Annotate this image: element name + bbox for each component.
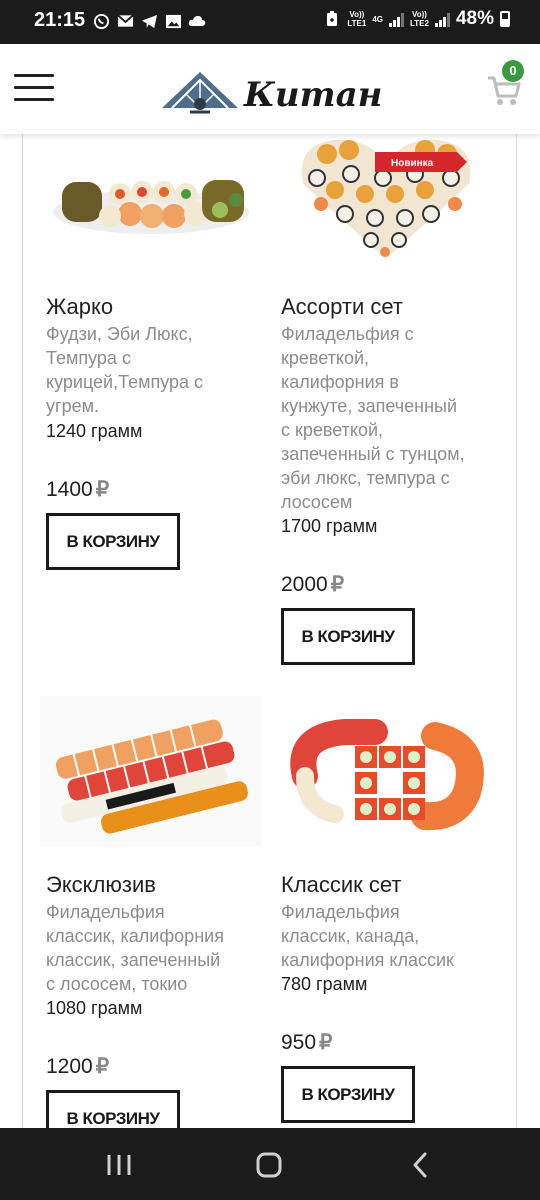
system-status: Vo)) LTE1 4G Vo)) LTE2 48% xyxy=(323,8,510,30)
product-image[interactable] xyxy=(40,134,262,264)
product-price: 1400 ₽ xyxy=(46,478,110,501)
menu-icon[interactable] xyxy=(14,72,54,104)
signal-icon xyxy=(389,11,404,27)
signal-icon xyxy=(434,11,450,27)
product-description: Филадельфия с креветкой, калифорния в кунжу… xyxy=(281,324,465,512)
fan-emblem xyxy=(162,72,238,114)
cart-count-badge[interactable]: 0 xyxy=(502,60,524,82)
sim1-label: Vo)) LTE1 xyxy=(347,10,367,28)
notification-icons xyxy=(92,12,206,30)
telegram-icon xyxy=(140,12,158,30)
site-logo[interactable]: Китана xyxy=(160,66,404,116)
add-to-cart-button[interactable]: В КОРЗИНУ xyxy=(46,1090,180,1128)
mail-icon xyxy=(116,12,134,30)
product-price: 2000 ₽ xyxy=(281,573,345,596)
product-weight: 1240 грамм xyxy=(46,421,143,441)
recent-apps-button[interactable] xyxy=(104,1150,134,1180)
divider xyxy=(516,134,517,1128)
logo-text: Китана xyxy=(243,75,382,115)
product-title[interactable]: Жарко xyxy=(46,294,113,320)
status-bar: 21:15 Vo)) LTE1 4G Vo)) LTE2 48% xyxy=(0,0,540,44)
product-title[interactable]: Эксклюзив xyxy=(46,872,156,898)
data-saver-icon xyxy=(323,10,341,28)
battery-percent: 48% xyxy=(455,8,494,29)
gallery-icon xyxy=(164,12,182,30)
product-weight: 780 грамм xyxy=(281,974,368,994)
whatsapp-icon xyxy=(92,12,110,30)
product-price: 1200 ₽ xyxy=(46,1055,110,1078)
cloud-icon xyxy=(188,12,206,30)
product-image[interactable]: Новинка xyxy=(275,134,497,264)
site-header: Китана xyxy=(0,44,540,134)
product-image[interactable] xyxy=(40,696,262,846)
product-description: Филадельфия классик, канада, калифорния кл… xyxy=(281,902,454,970)
product-description: Фудзи, Эби Люкс, Темпура с курицей,Темпура… xyxy=(46,324,204,416)
home-button[interactable] xyxy=(254,1150,284,1180)
add-to-cart-button[interactable]: В КОРЗИНУ xyxy=(281,1066,415,1123)
back-button[interactable] xyxy=(406,1150,436,1180)
product-grid: Жарко Фудзи, Эби Люкс, Темпура с курицей,Т… xyxy=(0,134,540,1128)
product-price: 950 ₽ xyxy=(281,1031,333,1054)
clock: 21:15 xyxy=(34,9,86,31)
product-weight: 1080 грамм xyxy=(46,998,143,1018)
divider xyxy=(22,134,23,1128)
product-image[interactable] xyxy=(275,696,497,846)
sim2-label: Vo)) LTE2 xyxy=(410,10,429,28)
add-to-cart-button[interactable]: В КОРЗИНУ xyxy=(281,608,415,665)
system-navigation-bar xyxy=(0,1128,540,1200)
battery-icon xyxy=(500,11,510,27)
product-weight: 1700 грамм xyxy=(281,516,378,536)
new-badge: Новинка xyxy=(391,158,434,169)
product-title[interactable]: Ассорти сет xyxy=(281,294,403,320)
network-type: 4G xyxy=(372,14,383,24)
product-description: Филадельфия классик, калифорния классик, з… xyxy=(46,902,224,994)
add-to-cart-button[interactable]: В КОРЗИНУ xyxy=(46,513,180,570)
product-title[interactable]: Классик сет xyxy=(281,872,402,898)
